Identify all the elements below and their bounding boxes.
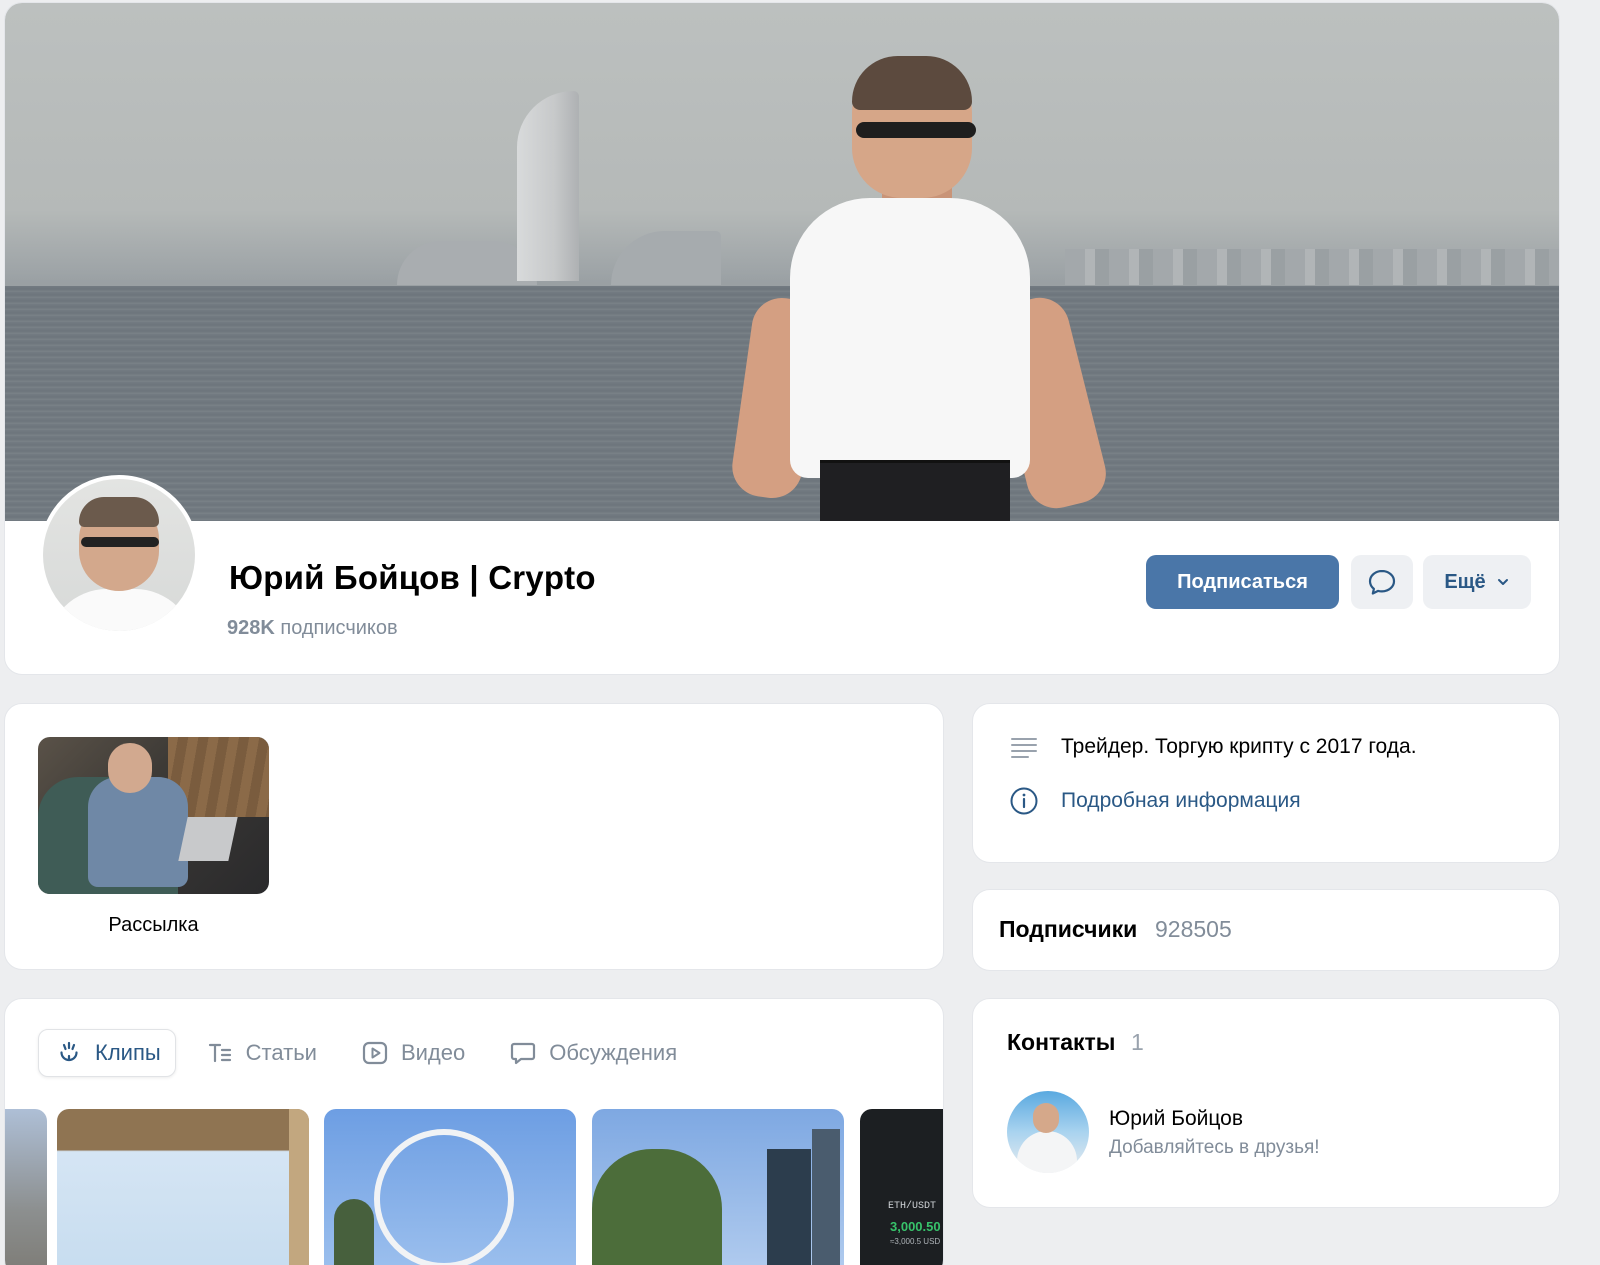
mailing-card: Рассылка [4, 703, 944, 970]
clip-price: 3,000.50 [890, 1219, 941, 1234]
contacts-count: 1 [1131, 1029, 1144, 1055]
cover-image [5, 3, 1559, 521]
articles-icon [208, 1043, 231, 1063]
tab-clips-label: Клипы [95, 1040, 161, 1065]
profile-header-card: Юрий Бойцов | Crypto 928K подписчиков По… [4, 2, 1560, 675]
clip-thumbnail[interactable] [5, 1109, 47, 1265]
details-link[interactable]: Подробная информация [1061, 789, 1301, 813]
about-card: Трейдер. Торгую крипту с 2017 года. Подр… [972, 703, 1560, 863]
tab-video-label: Видео [400, 1040, 466, 1065]
subscribers-label: подписчиков [280, 617, 398, 639]
text-lines-icon [1011, 738, 1037, 758]
tab-clips[interactable]: Клипы [38, 1029, 176, 1077]
clip-thumbnail[interactable] [57, 1109, 309, 1265]
chevron-down-icon [1497, 579, 1508, 585]
subscribe-button[interactable]: Подписаться [1146, 555, 1339, 609]
clip-thumbnail[interactable]: ETH/USDT 3,000.50 ≈3,000.5 USD [860, 1109, 943, 1265]
message-button[interactable] [1351, 555, 1413, 609]
details-link-row[interactable]: Подробная информация [1009, 786, 1301, 816]
tab-articles-label: Статьи [245, 1040, 317, 1065]
contact-name[interactable]: Юрий Бойцов [1109, 1107, 1243, 1131]
followers-card[interactable]: Подписчики 928505 [972, 889, 1560, 971]
followers-count: 928505 [1155, 916, 1232, 942]
description-text: Трейдер. Торгую крипту с 2017 года. [1061, 735, 1417, 758]
clip-ticker: ETH/USDT [888, 1201, 937, 1212]
clip-thumbnail[interactable] [592, 1109, 844, 1265]
contacts-card: Контакты 1 Юрий Бойцов Добавляйтесь в др… [972, 998, 1560, 1208]
tab-video[interactable]: Видео [345, 1029, 479, 1077]
more-button[interactable]: Ещё [1423, 555, 1531, 609]
tab-articles[interactable]: Статьи [190, 1029, 331, 1077]
subscribers-count: 928K [227, 617, 275, 639]
profile-avatar[interactable] [39, 475, 199, 635]
mailing-label[interactable]: Рассылка [38, 914, 269, 937]
contacts-title[interactable]: Контакты [1007, 1029, 1115, 1056]
followers-title: Подписчики [999, 916, 1138, 942]
tab-discussions-label: Обсуждения [549, 1040, 678, 1065]
contact-avatar[interactable] [1007, 1091, 1089, 1173]
video-icon [362, 1041, 388, 1065]
message-icon [1368, 569, 1396, 595]
more-label: Ещё [1444, 570, 1486, 593]
clip-thumbnail[interactable] [324, 1109, 576, 1265]
clips-strip: ETH/USDT 3,000.50 ≈3,000.5 USD [5, 1109, 943, 1265]
contact-status: Добавляйтесь в друзья! [1109, 1137, 1320, 1158]
media-card: Клипы Статьи Видео Обсуждения ETH/USDT 3… [4, 998, 944, 1265]
content-tabs: Клипы Статьи Видео Обсуждения [38, 1029, 705, 1077]
clip-price-sub: ≈3,000.5 USD [890, 1237, 941, 1246]
profile-name: Юрий Бойцов | Crypto [229, 559, 596, 596]
subscribers-summary[interactable]: 928K подписчиков [227, 617, 398, 640]
clips-icon [60, 1041, 78, 1062]
discussions-icon [511, 1042, 536, 1065]
tab-discussions[interactable]: Обсуждения [493, 1029, 691, 1077]
mailing-thumbnail[interactable] [38, 737, 269, 894]
info-icon [1010, 787, 1038, 815]
description-row: Трейдер. Торгую крипту с 2017 года. [1009, 732, 1417, 762]
